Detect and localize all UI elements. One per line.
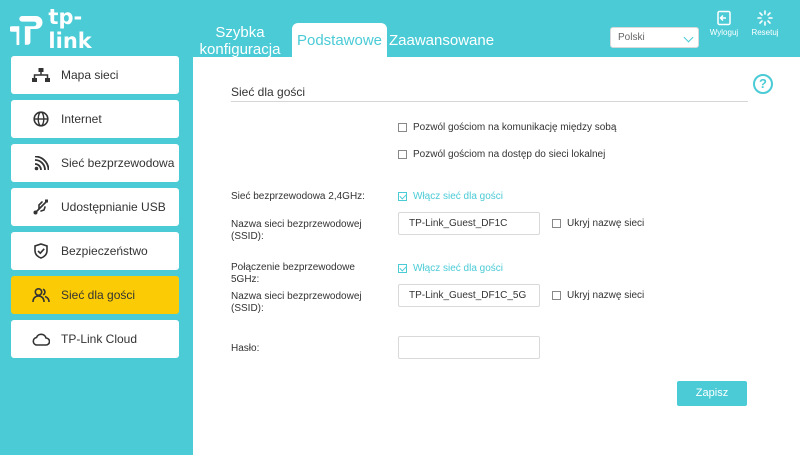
logout-button[interactable]: Wyloguj — [706, 10, 742, 37]
checkbox-label: Ukryj nazwę sieci — [567, 218, 645, 229]
sidebar-item-network-map[interactable]: Mapa sieci — [11, 56, 179, 94]
logout-icon — [717, 10, 731, 26]
sidebar-item-internet[interactable]: Internet — [11, 100, 179, 138]
sidebar-item-label: Internet — [61, 112, 102, 126]
reset-button[interactable]: Resetuj — [747, 10, 783, 37]
tp-link-logo-icon — [10, 16, 43, 46]
band24-ssid-label: Nazwa sieci bezprzewodowej (SSID): — [231, 219, 362, 242]
help-button[interactable]: ? — [753, 74, 773, 94]
globe-icon — [29, 111, 53, 127]
sidebar-item-label: Sieć bezprzewodowa — [61, 156, 175, 170]
band5-enable-checkbox[interactable]: Włącz sieć dla gości — [398, 263, 503, 274]
network-map-icon — [29, 68, 53, 82]
tab-quick-setup[interactable]: Szybka konfiguracja — [198, 24, 282, 58]
checkbox-box — [398, 264, 407, 273]
reset-icon — [757, 10, 773, 26]
usb-icon — [29, 199, 53, 215]
page-title: Sieć dla gości — [231, 85, 306, 99]
band24-label: Sieć bezprzewodowa 2,4GHz: — [231, 191, 365, 202]
band5-label: Połączenie bezprzewodowe 5GHz: — [231, 262, 355, 285]
checkbox-box — [552, 219, 561, 228]
band24-hide-ssid-checkbox[interactable]: Ukryj nazwę sieci — [552, 218, 644, 229]
band5-ssid-input[interactable] — [398, 284, 540, 307]
chevron-down-icon — [683, 32, 694, 43]
cloud-icon — [29, 333, 53, 346]
checkbox-box — [552, 291, 561, 300]
checkbox-label: Włącz sieć dla gości — [413, 263, 504, 274]
band5-ssid-label: Nazwa sieci bezprzewodowej (SSID): — [231, 291, 362, 314]
sidebar-item-security[interactable]: Bezpieczeństwo — [11, 232, 179, 270]
sidebar-item-label: TP-Link Cloud — [61, 332, 138, 346]
save-button[interactable]: Zapisz — [677, 381, 747, 406]
reset-label: Resetuj — [751, 28, 779, 37]
checkbox-label: Pozwól gościom na dostęp do sieci lokaln… — [413, 149, 606, 160]
checkbox-label: Ukryj nazwę sieci — [567, 290, 645, 301]
checkbox-label: Włącz sieć dla gości — [413, 191, 504, 202]
brand-name: tp-link — [48, 5, 92, 53]
checkbox-box — [398, 150, 407, 159]
password-input[interactable] — [398, 336, 540, 359]
tab-advanced[interactable]: Zaawansowane — [389, 32, 494, 49]
checkbox-label: Pozwól gościom na komunikację między sob… — [413, 122, 617, 133]
title-divider — [231, 101, 748, 102]
password-label: Hasło: — [231, 343, 260, 354]
band24-ssid-input[interactable] — [398, 212, 540, 235]
sidebar-item-label: Bezpieczeństwo — [61, 244, 148, 258]
sidebar-item-label: Sieć dla gości — [61, 288, 136, 302]
wifi-icon — [29, 155, 53, 171]
sidebar-item-label: Udostępnianie USB — [61, 200, 166, 214]
guests-icon — [29, 287, 53, 303]
sidebar-item-guest-network[interactable]: Sieć dla gości — [11, 276, 179, 314]
allow-communicate-checkbox[interactable]: Pozwól gościom na komunikację między sob… — [398, 122, 616, 133]
checkbox-box — [398, 123, 407, 132]
shield-icon — [29, 243, 53, 259]
allow-local-access-checkbox[interactable]: Pozwól gościom na dostęp do sieci lokaln… — [398, 149, 605, 160]
sidebar-item-label: Mapa sieci — [61, 68, 119, 82]
sidebar-item-wireless[interactable]: Sieć bezprzewodowa — [11, 144, 179, 182]
help-icon: ? — [759, 76, 767, 91]
logout-label: Wyloguj — [709, 28, 739, 37]
tp-link-logo: tp-link — [10, 5, 120, 53]
sidebar-item-usb-sharing[interactable]: Udostępnianie USB — [11, 188, 179, 226]
tab-basic[interactable]: Podstawowe — [292, 23, 387, 57]
band24-enable-checkbox[interactable]: Włącz sieć dla gości — [398, 191, 503, 202]
sidebar-item-tp-link-cloud[interactable]: TP-Link Cloud — [11, 320, 179, 358]
language-selected: Polski — [618, 32, 645, 43]
checkbox-box — [398, 192, 407, 201]
band5-hide-ssid-checkbox[interactable]: Ukryj nazwę sieci — [552, 290, 644, 301]
language-select[interactable]: Polski — [610, 27, 699, 48]
